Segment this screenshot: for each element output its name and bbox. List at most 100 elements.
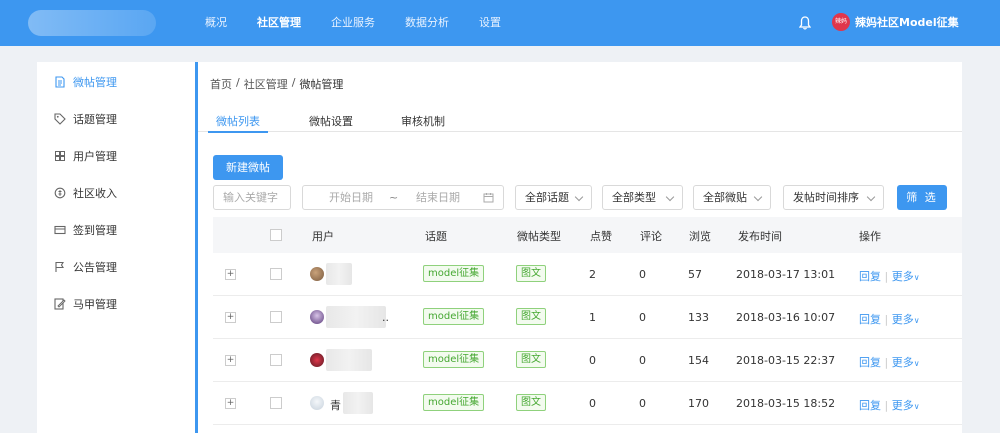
table-row: + .. model征集 图文 1 0 133 2018-03-16 10:07… bbox=[213, 296, 962, 339]
type-select-value: 全部类型 bbox=[612, 191, 656, 204]
card-icon bbox=[54, 225, 66, 234]
more-dropdown[interactable]: 更多 bbox=[892, 313, 914, 326]
post-select[interactable]: 全部微贴 bbox=[693, 185, 771, 210]
end-date-field[interactable]: 结束日期 bbox=[416, 186, 460, 209]
topic-tag[interactable]: model征集 bbox=[423, 351, 485, 368]
main-panel: 首页 / 社区管理 / 微帖管理 微帖列表 微帖设置 审核机制 新建微帖 输入关… bbox=[195, 62, 962, 433]
tab-review[interactable]: 审核机制 bbox=[401, 113, 445, 129]
row-checkbox[interactable] bbox=[270, 397, 282, 409]
post-select-value: 全部微贴 bbox=[703, 191, 747, 204]
username-blurred bbox=[326, 306, 386, 328]
nav-overview[interactable]: 概况 bbox=[205, 0, 227, 46]
top-bar: 概况 社区管理 企业服务 数据分析 设置 辣妈 辣妈社区Model征集 bbox=[0, 0, 1000, 46]
chevron-down-icon: ∨ bbox=[913, 359, 920, 368]
user-name: 辣妈社区Model征集 bbox=[855, 16, 959, 29]
action-divider: | bbox=[884, 356, 889, 369]
user-avatar: 辣妈 bbox=[832, 13, 850, 31]
username: .. bbox=[382, 311, 389, 324]
user-icon bbox=[55, 150, 65, 161]
chevron-down-icon: ∨ bbox=[913, 316, 920, 325]
row-actions: 回复 | 更多∨ bbox=[859, 354, 920, 370]
username-blurred bbox=[343, 392, 373, 414]
nav-settings[interactable]: 设置 bbox=[479, 0, 501, 46]
breadcrumb-separator: / bbox=[291, 76, 296, 89]
filter-button[interactable]: 筛 选 bbox=[897, 185, 947, 210]
username-blurred bbox=[326, 263, 352, 285]
reply-link[interactable]: 回复 bbox=[859, 270, 881, 283]
sidebar-item-label: 话题管理 bbox=[73, 112, 117, 126]
sidebar-item-label: 用户管理 bbox=[73, 149, 117, 163]
logo[interactable] bbox=[28, 10, 156, 36]
likes-count: 1 bbox=[589, 311, 596, 324]
chevron-down-icon bbox=[866, 192, 876, 202]
tab-post-list[interactable]: 微帖列表 bbox=[216, 113, 260, 129]
start-date-field[interactable]: 开始日期 bbox=[329, 186, 373, 209]
edit-icon bbox=[54, 297, 66, 310]
sidebar-item-accounts[interactable]: 马甲管理 bbox=[37, 285, 195, 322]
topic-tag[interactable]: model征集 bbox=[423, 265, 485, 282]
reply-link[interactable]: 回复 bbox=[859, 399, 881, 412]
sidebar-item-income[interactable]: 社区收入 bbox=[37, 174, 195, 211]
action-divider: | bbox=[884, 313, 889, 326]
username-blurred bbox=[326, 349, 372, 371]
bell-icon[interactable] bbox=[799, 16, 811, 30]
topic-tag[interactable]: model征集 bbox=[423, 308, 485, 325]
sidebar-item-notice[interactable]: 公告管理 bbox=[37, 248, 195, 285]
comments-count: 0 bbox=[639, 397, 646, 410]
breadcrumb-community[interactable]: 社区管理 bbox=[244, 76, 288, 92]
row-checkbox[interactable] bbox=[270, 311, 282, 323]
column-header-likes: 点赞 bbox=[590, 230, 612, 243]
sidebar-item-label: 社区收入 bbox=[73, 186, 117, 200]
sort-select-value: 发帖时间排序 bbox=[793, 191, 859, 204]
avatar bbox=[310, 310, 324, 324]
expand-row-button[interactable]: + bbox=[225, 312, 236, 323]
calendar-icon[interactable] bbox=[483, 192, 494, 203]
sidebar-item-posts[interactable]: 微帖管理 bbox=[37, 63, 195, 100]
views-count: 170 bbox=[688, 397, 709, 410]
row-checkbox[interactable] bbox=[270, 354, 282, 366]
publish-time: 2018-03-15 18:52 bbox=[736, 397, 836, 410]
nav-enterprise[interactable]: 企业服务 bbox=[331, 0, 375, 46]
expand-row-button[interactable]: + bbox=[225, 269, 236, 280]
breadcrumb-current: 微帖管理 bbox=[299, 78, 344, 91]
coin-icon bbox=[54, 187, 66, 198]
sort-select[interactable]: 发帖时间排序 bbox=[783, 185, 884, 210]
column-header-topic: 话题 bbox=[425, 230, 447, 243]
publish-time: 2018-03-15 22:37 bbox=[736, 354, 836, 367]
type-select[interactable]: 全部类型 bbox=[602, 185, 683, 210]
nav-analytics[interactable]: 数据分析 bbox=[405, 0, 449, 46]
sidebar-item-users[interactable]: 用户管理 bbox=[37, 137, 195, 174]
topic-select[interactable]: 全部话题 bbox=[515, 185, 592, 210]
select-all-checkbox[interactable] bbox=[270, 229, 282, 241]
tab-post-settings[interactable]: 微帖设置 bbox=[309, 113, 353, 129]
expand-row-button[interactable]: + bbox=[225, 355, 236, 366]
row-checkbox[interactable] bbox=[270, 268, 282, 280]
reply-link[interactable]: 回复 bbox=[859, 356, 881, 369]
new-post-button[interactable]: 新建微帖 bbox=[213, 155, 283, 180]
column-header-views: 浏览 bbox=[689, 230, 711, 243]
sidebar-item-topics[interactable]: 话题管理 bbox=[37, 100, 195, 137]
username: 青 bbox=[330, 399, 341, 412]
column-header-user: 用户 bbox=[312, 230, 334, 243]
more-dropdown[interactable]: 更多 bbox=[892, 399, 914, 412]
more-dropdown[interactable]: 更多 bbox=[892, 356, 914, 369]
views-count: 133 bbox=[688, 311, 709, 324]
avatar bbox=[310, 267, 324, 281]
sidebar-item-signin[interactable]: 签到管理 bbox=[37, 211, 195, 248]
avatar bbox=[310, 396, 324, 410]
keyword-input[interactable]: 输入关键字 bbox=[213, 185, 291, 210]
chevron-down-icon: ∨ bbox=[913, 273, 920, 282]
type-tag: 图文 bbox=[516, 308, 546, 325]
flag-icon bbox=[55, 261, 64, 272]
more-dropdown[interactable]: 更多 bbox=[892, 270, 914, 283]
breadcrumb-home[interactable]: 首页 bbox=[210, 76, 232, 92]
expand-row-button[interactable]: + bbox=[225, 398, 236, 409]
user-menu[interactable]: 辣妈 辣妈社区Model征集 bbox=[832, 13, 959, 31]
date-range-picker[interactable]: 开始日期 ~ 结束日期 bbox=[302, 185, 504, 210]
topic-tag[interactable]: model征集 bbox=[423, 394, 485, 411]
views-count: 57 bbox=[688, 268, 702, 281]
reply-link[interactable]: 回复 bbox=[859, 313, 881, 326]
tab-bar: 微帖列表 微帖设置 审核机制 bbox=[198, 104, 962, 133]
nav-community[interactable]: 社区管理 bbox=[257, 0, 301, 46]
table-row: + model征集 图文 0 0 154 2018-03-15 22:37 回复… bbox=[213, 339, 962, 382]
